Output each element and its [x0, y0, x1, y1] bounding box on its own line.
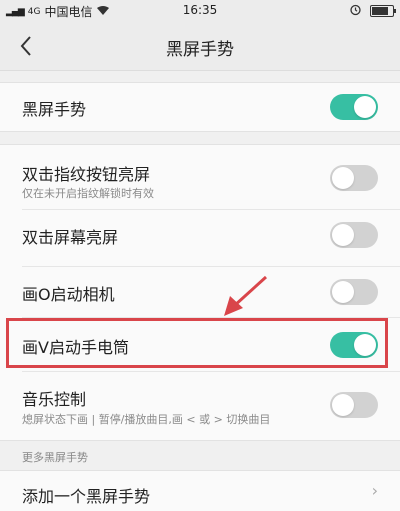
more-gestures-header: 更多黑屏手势: [22, 451, 88, 464]
battery-icon: [370, 5, 396, 17]
gesture-row-music-control: 音乐控制 熄屏状态下画 | 暂停/播放曲目,画 < 或 > 切换曲目: [0, 372, 400, 438]
gesture-sublabel: 仅在未开启指纹解锁时有效: [22, 187, 154, 200]
toggle-knob: [332, 394, 354, 416]
gestures-section: 双击指纹按钮亮屏 仅在未开启指纹解锁时有效 双击屏幕亮屏 画O启动相机 画V启动…: [0, 144, 400, 441]
gesture-label: 双击屏幕亮屏: [22, 228, 119, 247]
gesture-toggle-double-tap-fingerprint[interactable]: [330, 165, 378, 191]
gesture-toggle-music-control[interactable]: [330, 392, 378, 418]
gesture-row-double-tap-screen: 双击屏幕亮屏: [0, 210, 400, 260]
alarm-icon: [349, 3, 362, 19]
title-bar: 黑屏手势: [0, 22, 400, 71]
more-section: 添加一个黑屏手势 ›: [0, 470, 400, 511]
master-toggle-switch[interactable]: [330, 94, 378, 120]
master-section: 黑屏手势: [0, 82, 400, 132]
highlight-box: [6, 318, 388, 368]
gesture-label: 音乐控制: [22, 390, 87, 409]
gesture-label: 双击指纹按钮亮屏: [22, 165, 151, 184]
status-bar: ▂▄▆ 4G 中国电信 16:35: [0, 0, 400, 22]
gesture-toggle-double-tap-screen[interactable]: [330, 222, 378, 248]
toggle-knob: [332, 224, 354, 246]
gesture-toggle-draw-o-camera[interactable]: [330, 279, 378, 305]
chevron-right-icon: ›: [371, 481, 378, 500]
toggle-knob: [354, 96, 376, 118]
page-title: 黑屏手势: [166, 40, 234, 60]
gesture-row-double-tap-fingerprint: 双击指纹按钮亮屏 仅在未开启指纹解锁时有效: [0, 145, 400, 209]
clock: 16:35: [182, 3, 218, 17]
add-gesture-row[interactable]: 添加一个黑屏手势 ›: [0, 471, 400, 511]
toggle-knob: [332, 281, 354, 303]
gesture-sublabel: 熄屏状态下画 | 暂停/播放曲目,画 < 或 > 切换曲目: [22, 413, 271, 426]
master-toggle-label: 黑屏手势: [22, 100, 87, 119]
toggle-knob: [332, 167, 354, 189]
gesture-row-draw-o-camera: 画O启动相机: [0, 267, 400, 317]
add-gesture-label: 添加一个黑屏手势: [22, 487, 151, 506]
master-toggle-row: 黑屏手势: [0, 83, 400, 131]
gesture-label: 画O启动相机: [22, 285, 115, 304]
